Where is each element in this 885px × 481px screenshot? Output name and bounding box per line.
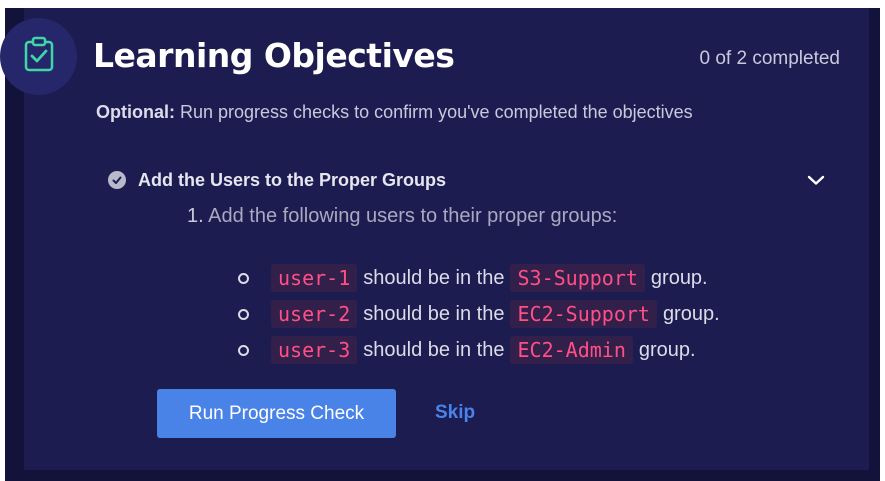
step-text: Add the following users to their proper … bbox=[208, 205, 618, 227]
user-code: user-1 bbox=[271, 264, 358, 292]
item-suffix-text: group. bbox=[650, 266, 708, 289]
objective-status-icon bbox=[108, 171, 126, 189]
list-item: user-1 should be in the S3-Support group… bbox=[238, 260, 726, 296]
user-group-list: user-1 should be in the S3-Support group… bbox=[238, 260, 726, 368]
run-progress-check-button[interactable]: Run Progress Check bbox=[157, 389, 396, 438]
chevron-down-icon[interactable] bbox=[804, 168, 828, 192]
objective-title: Add the Users to the Proper Groups bbox=[138, 169, 447, 190]
objective-header[interactable]: Add the Users to the Proper Groups bbox=[108, 168, 828, 192]
subtitle-text: Run progress checks to confirm you've co… bbox=[175, 102, 693, 122]
item-middle-text: should be in the bbox=[363, 338, 505, 361]
user-code: user-3 bbox=[271, 336, 358, 364]
objectives-panel bbox=[24, 8, 869, 470]
objective-step: 1. Add the following users to their prop… bbox=[187, 205, 617, 228]
group-code: EC2-Support bbox=[510, 300, 657, 328]
group-code: EC2-Admin bbox=[510, 336, 633, 364]
user-code: user-2 bbox=[271, 300, 358, 328]
skip-link[interactable]: Skip bbox=[435, 402, 475, 424]
objectives-subtitle: Optional: Run progress checks to confirm… bbox=[96, 102, 693, 123]
bullet-icon bbox=[238, 272, 249, 284]
item-suffix-text: group. bbox=[662, 302, 720, 325]
group-code: S3-Support bbox=[510, 264, 645, 292]
step-number: 1. bbox=[187, 205, 204, 227]
list-item: user-2 should be in the EC2-Support grou… bbox=[238, 296, 726, 332]
progress-status: 0 of 2 completed bbox=[699, 48, 840, 69]
subtitle-prefix: Optional: bbox=[96, 102, 175, 122]
bullet-icon bbox=[238, 308, 249, 320]
page-title: Learning Objectives bbox=[93, 36, 455, 75]
item-middle-text: should be in the bbox=[363, 266, 505, 289]
bullet-icon bbox=[238, 344, 249, 356]
list-item: user-3 should be in the EC2-Admin group. bbox=[238, 332, 726, 368]
item-middle-text: should be in the bbox=[363, 302, 505, 325]
item-suffix-text: group. bbox=[638, 338, 696, 361]
objectives-badge bbox=[0, 18, 77, 95]
clipboard-check-icon bbox=[23, 36, 55, 77]
